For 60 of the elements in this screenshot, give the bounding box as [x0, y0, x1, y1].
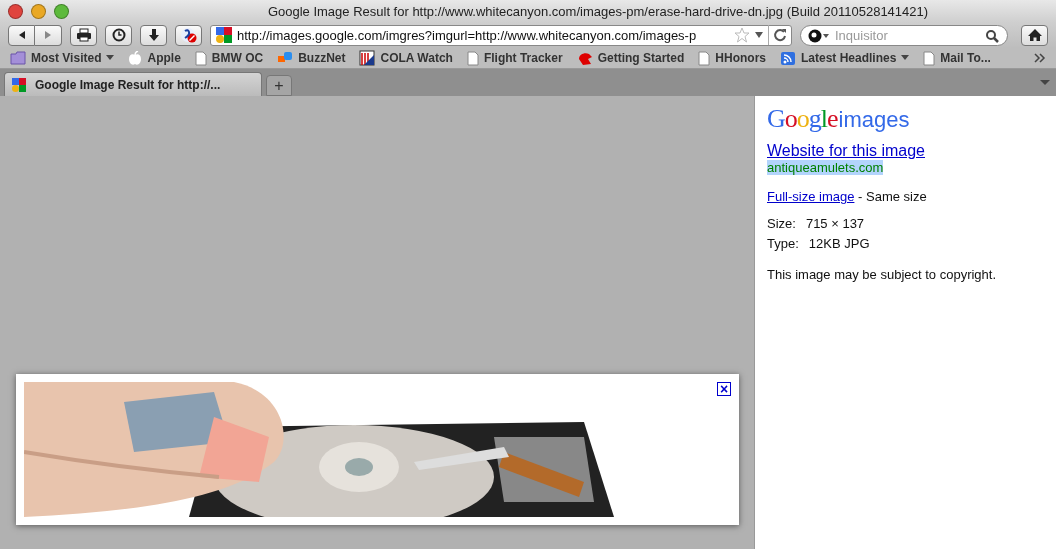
bookmark[interactable]: BuzzNet	[277, 50, 346, 66]
size-note: - Same size	[857, 189, 927, 204]
full-size-link[interactable]: Full-size image	[767, 189, 855, 204]
history-button[interactable]	[105, 24, 132, 46]
detail-label: Type:	[767, 236, 799, 251]
bookmark[interactable]: COLA Watch	[359, 50, 453, 66]
domain-text: antiqueamulets.com	[767, 160, 884, 175]
dragon-icon	[576, 50, 593, 66]
zoom-window-button[interactable]	[54, 3, 69, 19]
back-button[interactable]	[8, 24, 35, 46]
google-images-logo: Googleimages	[767, 104, 911, 135]
bookmark[interactable]: Latest Headlines	[780, 50, 910, 66]
detail-value: 12KB JPG	[808, 236, 870, 251]
rss-icon	[780, 50, 796, 66]
chevron-icon[interactable]	[1034, 53, 1046, 63]
bookmark[interactable]: Flight Tracker	[466, 50, 563, 66]
page-icon	[698, 50, 711, 66]
apple-icon	[128, 50, 143, 66]
dropdown-icon[interactable]	[754, 31, 764, 39]
forward-icon	[43, 30, 53, 40]
detail-label: Size:	[767, 216, 796, 231]
print-button[interactable]	[70, 24, 97, 46]
flag-icon	[359, 50, 376, 66]
search-field[interactable]: Inquisitor	[800, 24, 1008, 46]
new-tab-button[interactable]: +	[266, 75, 292, 96]
detail-value: 715 × 137	[805, 216, 865, 231]
address-bar[interactable]: http://images.google.com/imgres?imgurl=http://www.whitecanyon.com/images-p	[210, 24, 792, 46]
bookmark[interactable]: HHonors	[698, 50, 766, 66]
bookmark[interactable]: Most Visited	[10, 51, 115, 65]
copyright-notice: This image may be subject to copyright.	[767, 267, 998, 282]
star-icon[interactable]	[734, 27, 750, 43]
search-icon[interactable]	[985, 28, 999, 43]
home-icon	[1026, 28, 1043, 42]
bookmark[interactable]: Apple	[128, 50, 181, 66]
download-button[interactable]	[140, 24, 167, 46]
forward-button[interactable]	[35, 24, 62, 46]
tab-list-icon[interactable]	[1040, 79, 1050, 86]
bookmark[interactable]: BMW OC	[194, 50, 264, 66]
page-icon	[466, 50, 479, 66]
close-button[interactable]: ×	[717, 382, 731, 396]
download-icon	[146, 28, 161, 42]
tab[interactable]: Google Image Result for http://...	[4, 72, 262, 96]
no-script-button[interactable]	[175, 24, 202, 46]
page-icon	[194, 50, 207, 66]
close-window-button[interactable]	[8, 3, 23, 19]
website-link[interactable]: Website for this image	[767, 142, 925, 160]
google-favicon-icon	[215, 26, 233, 44]
printer-icon	[75, 28, 92, 42]
favicon-icon	[11, 76, 27, 93]
folder-icon	[10, 51, 26, 65]
reload-icon[interactable]	[773, 28, 787, 42]
bookmark[interactable]: Getting Started	[576, 50, 685, 66]
blocked-script-icon	[179, 27, 198, 43]
window-title: Google Image Result for http://www.whitecanyon.com/images-pm/erase-hard-drive-dn.jpg (Build 20110528141421)	[266, 3, 930, 19]
search-engine-icon[interactable]	[808, 28, 830, 43]
home-button[interactable]	[1021, 24, 1048, 46]
bookmark[interactable]: Mail To...	[923, 50, 991, 66]
page-icon	[923, 50, 936, 66]
clock-icon	[111, 28, 126, 42]
minimize-window-button[interactable]	[31, 3, 46, 19]
